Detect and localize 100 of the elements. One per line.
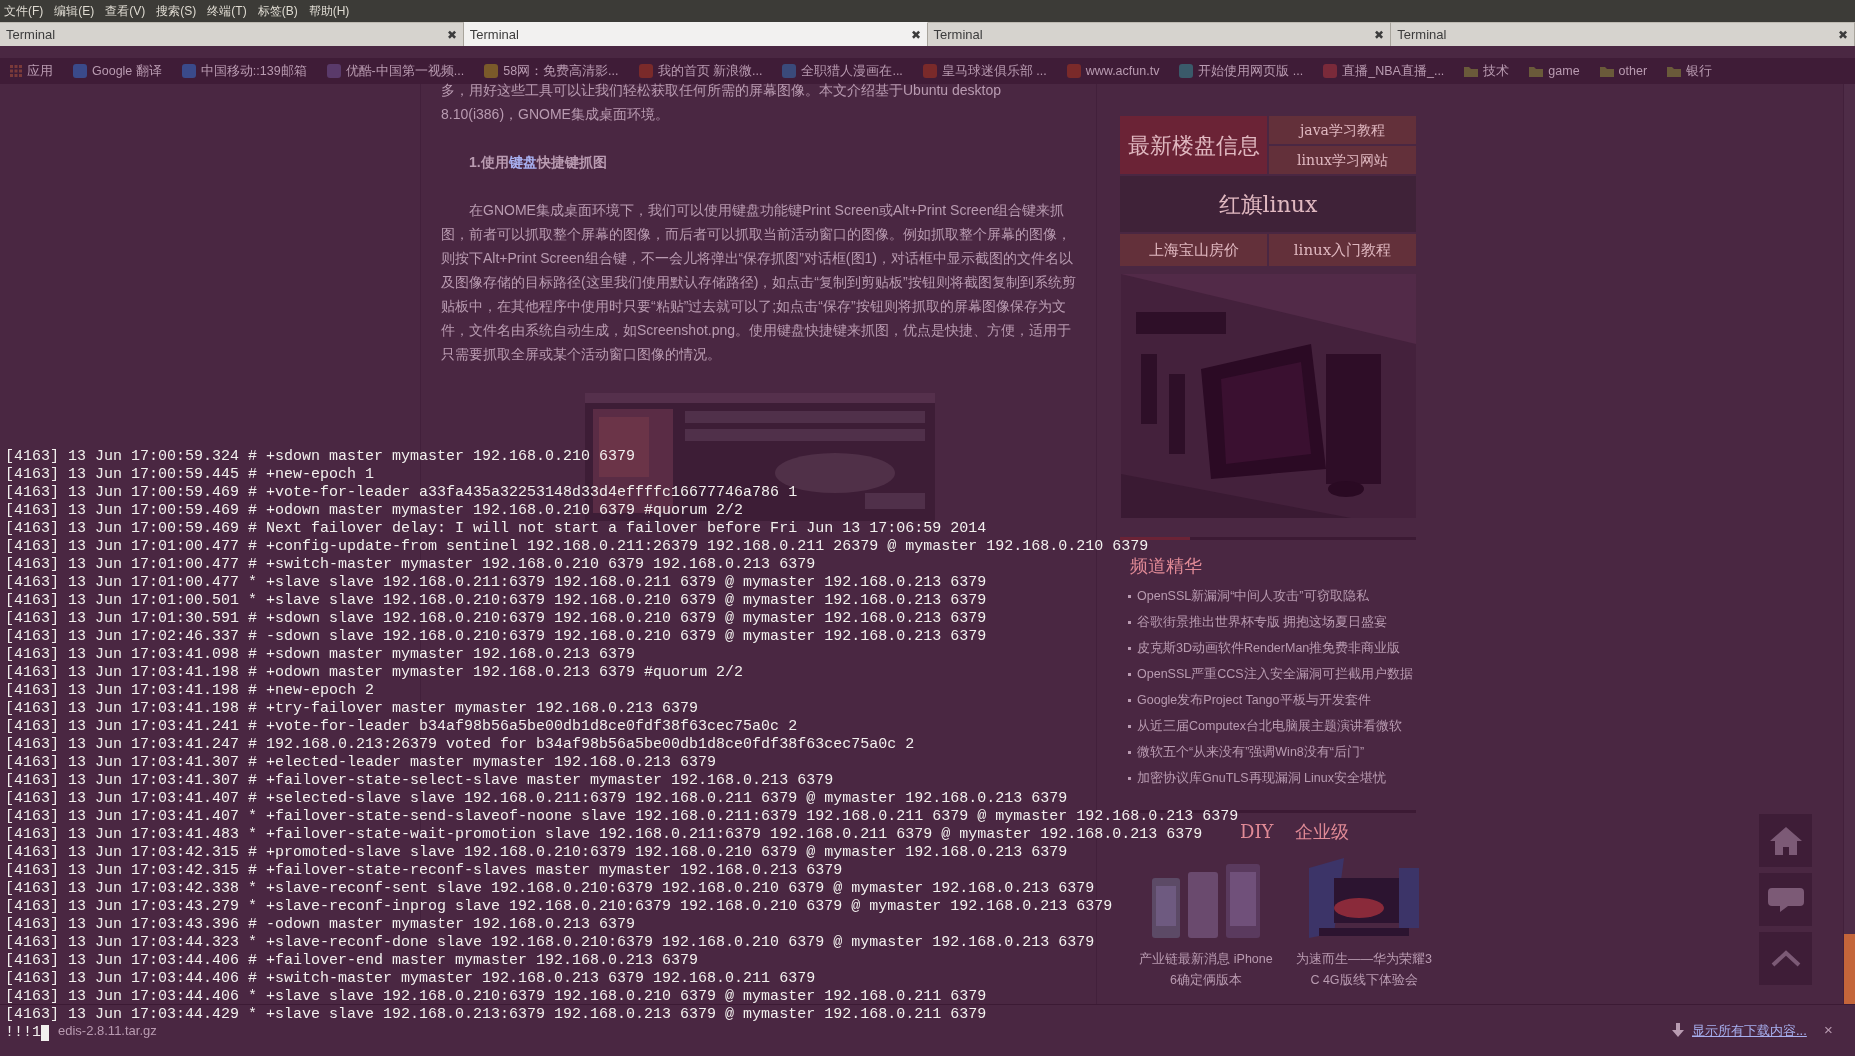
- bookmark-link[interactable]: 技术: [1483, 61, 1510, 81]
- bookmark-link[interactable]: 直播_NBA直播_...: [1342, 61, 1445, 81]
- terminal-line: [4163] 13 Jun 17:03:41.198 # +odown master mymaster 192.168.0.213 6379 #quorum 2/2: [5, 664, 744, 682]
- terminal-tab[interactable]: Terminal ✖: [1391, 22, 1855, 46]
- headline-link[interactable]: OpenSSL新漏洞“中间人攻击”可窃取隐私: [1137, 586, 1369, 606]
- ad-tile[interactable]: linux学习网站: [1269, 146, 1416, 174]
- terminal-tab[interactable]: Terminal ✖: [463, 22, 928, 46]
- terminal-line: [4163] 13 Jun 17:03:42.338 * +slave-reconf-sent slave 192.168.0.210:6379 192.168.0.210 6379 @ mymaster 192.168.0.213 6379: [5, 880, 1095, 898]
- category-tab[interactable]: DIY: [1240, 818, 1274, 845]
- terminal-tab[interactable]: Terminal ✖: [927, 22, 1392, 46]
- bullet-icon: [1128, 594, 1131, 598]
- bullet-icon: [1128, 776, 1131, 780]
- terminal-line: [4163] 13 Jun 17:01:00.501 * +slave slave 192.168.0.210:6379 192.168.0.210 6379 @ mymaster 192.168.0.213 6379: [5, 592, 987, 610]
- close-button[interactable]: ✖: [446, 25, 457, 44]
- terminal-line: [4163] 13 Jun 17:03:43.279 * +slave-reconf-inprog slave 192.168.0.210:6379 192.168.0.210 6379 @ mymaster 192.168.0.213 6379: [5, 898, 1113, 916]
- headline-link[interactable]: Google发布Project Tango平板与开发套件: [1137, 690, 1371, 710]
- show-all-downloads-link[interactable]: 显示所有下载内容...: [1692, 1021, 1807, 1041]
- article-heading: 1.使用键盘快捷键抓图: [468, 153, 608, 172]
- scrollbar[interactable]: [1843, 84, 1855, 1004]
- bookmark-link[interactable]: game: [1548, 61, 1580, 81]
- terminal-line: [4163] 13 Jun 17:03:44.406 * +slave slave 192.168.0.210:6379 192.168.0.210 6379 @ mymaster 192.168.0.211 6379: [5, 988, 987, 1006]
- terminal-line: [4163] 13 Jun 17:03:41.407 * +failover-state-send-slaveof-noone slave 192.168.0.211:6379 192.168.0.211 6379 @ mymaster 192.168.0.213 6379: [5, 808, 1239, 826]
- terminal-line: [4163] 13 Jun 17:03:41.483 * +failover-state-wait-promotion slave 192.168.0.211:6379 192.168.0.211 6379 @ mymaster 192.168.0.213 6379: [5, 826, 1203, 844]
- bullet-icon: [1128, 750, 1131, 754]
- terminal-line: [4163] 13 Jun 17:03:41.307 # +failover-state-select-slave master mymaster 192.168.0.213 6379: [5, 772, 834, 790]
- bookmark-link[interactable]: 中国移动::139邮箱: [200, 61, 307, 81]
- menu-item[interactable]: 查看(V): [105, 2, 146, 20]
- headline-link[interactable]: 谷歌街景推出世界杯专版 拥抱这场夏日盛宴: [1137, 612, 1388, 632]
- bookmark-link[interactable]: 应用: [27, 61, 53, 81]
- terminal-line: [4163] 13 Jun 17:03:42.315 # +promoted-slave slave 192.168.0.210:6379 192.168.0.210 6379 @ mymaster 192.168.0.213 6379: [5, 844, 1068, 862]
- terminal-line: [4163] 13 Jun 17:03:41.247 # 192.168.0.213:26379 voted for b34af98b56a5be00db1d8ce0fdf38f63cec75a0c 2: [5, 736, 915, 754]
- terminal-line: [4163] 13 Jun 17:03:41.307 # +elected-leader master mymaster 192.168.0.213 6379: [5, 754, 717, 772]
- headline-link[interactable]: 从近三届Computex台北电脑展主题演讲看微软: [1137, 716, 1402, 736]
- menu-item[interactable]: 标签(B): [257, 2, 298, 20]
- chat-button[interactable]: [1759, 873, 1812, 926]
- bookmark-link[interactable]: other: [1618, 61, 1648, 81]
- article-paragraph: 在GNOME集成桌面环境下，我们可以使用键盘功能键Print Screen或Alt+Print Screen组合键来抓图，前者可以抓取整个屏幕的图像，而后者可以抓取当前活动窗口的图像。例如抓取整个屏幕的图像，则按下Alt+Print Screen组合键，不一会儿将弹出“保存抓图”对话框(图1)，对话框中显示截图的文件名以及图像存储的目标路径(这里我们使用默认存储路径)，如点击“复制到剪贴板”按钮则将截图复制到系统剪贴板中，在其他程序中使用时只要“粘贴”过去就可以了;如点击“保存”按钮则将抓取的屏幕图像保存为文件，文件名由系统自动生成，如Screenshot.png。使用键盘快捷键来抓图，优点是快捷、方便，适用于只需要抓取全屏或某个活动窗口图像的情况。: [441, 201, 1077, 364]
- article-text: 多，用好这些工具可以让我们轻松获取任何所需的屏幕图像。本文介绍基于Ubuntu desktop 8.10(i386)，GNOME集成桌面环境。: [441, 81, 1003, 124]
- terminal-line: [4163] 13 Jun 17:03:41.098 # +sdown master mymaster 192.168.0.213 6379: [5, 646, 636, 664]
- bullet-icon: [1128, 646, 1131, 650]
- menu-item[interactable]: 文件(F): [4, 2, 44, 20]
- bookmark-link[interactable]: 我的首页 新浪微...: [657, 61, 763, 81]
- speech-bubble-icon: [1767, 887, 1804, 912]
- bookmark-link[interactable]: 优酷-中国第一视频...: [345, 61, 465, 81]
- bullet-icon: [1128, 672, 1131, 676]
- headline-link[interactable]: 加密协议库GnuTLS再现漏洞 Linux安全堪忧: [1137, 768, 1386, 788]
- close-button[interactable]: ✖: [1838, 25, 1848, 44]
- terminal-line: [4163] 13 Jun 17:00:59.469 # +odown master mymaster 192.168.0.210 6379 #quorum 2/2: [5, 502, 744, 520]
- bullet-icon: [1128, 620, 1131, 624]
- ad-tile[interactable]: java学习教程: [1269, 116, 1416, 144]
- terminal-line: [4163] 13 Jun 17:03:44.406 # +switch-master mymaster 192.168.0.213 6379 192.168.0.211 6379: [5, 970, 816, 988]
- bullet-icon: [1128, 724, 1131, 728]
- terminal-line: [4163] 13 Jun 17:00:59.469 # Next failover delay: I will not start a failover before Fri Jun 13 17:06:59 2014: [5, 520, 987, 538]
- terminal-line: [4163] 13 Jun 17:03:44.429 * +slave slave 192.168.0.213:6379 192.168.0.213 6379 @ mymaster 192.168.0.211 6379: [5, 1006, 987, 1024]
- article-link[interactable]: 键盘: [508, 154, 537, 170]
- terminal-line: [4163] 13 Jun 17:01:00.477 * +slave slave 192.168.0.211:6379 192.168.0.211 6379 @ mymaster 192.168.0.213 6379: [5, 574, 987, 592]
- ad-tile[interactable]: 红旗linux: [1120, 176, 1416, 232]
- product-caption[interactable]: 为速而生——华为荣耀3C 4G版线下体验会: [1296, 949, 1432, 991]
- terminal-line: [4163] 13 Jun 17:01:00.477 # +switch-master mymaster 192.168.0.210 6379 192.168.0.213 6379: [5, 556, 816, 574]
- terminal-line: [4163] 13 Jun 17:01:30.591 # +sdown slave 192.168.0.210:6379 192.168.0.210 6379 @ mymaster 192.168.0.213 6379: [5, 610, 987, 628]
- close-button[interactable]: ✖: [1374, 25, 1385, 44]
- ad-tile[interactable]: linux入门教程: [1269, 234, 1416, 266]
- headline-link[interactable]: 微软五个“从来没有”强调Win8没有“后门”: [1137, 742, 1365, 762]
- menu-item[interactable]: 帮助(H): [308, 2, 350, 20]
- close-button[interactable]: ×: [1824, 1019, 1833, 1042]
- terminal-line: [4163] 13 Jun 17:01:00.477 # +config-update-from sentinel 192.168.0.211:26379 192.168.0.211 26379 @ mymaster 192.168.0.210 6379: [5, 538, 1149, 556]
- bookmark-link[interactable]: Google 翻译: [92, 61, 162, 81]
- terminal-line: [4163] 13 Jun 17:03:43.396 # -odown master mymaster 192.168.0.213 6379: [5, 916, 636, 934]
- back-to-top-button[interactable]: [1759, 932, 1812, 985]
- ad-tile[interactable]: 最新楼盘信息: [1120, 116, 1267, 174]
- ad-tile[interactable]: 上海宝山房价: [1120, 234, 1267, 266]
- bookmark-link[interactable]: 全职猎人漫画在...: [801, 61, 903, 81]
- menu-item[interactable]: 编辑(E): [54, 2, 95, 20]
- home-icon: [1769, 826, 1802, 855]
- download-icon: [1672, 1023, 1684, 1037]
- home-button[interactable]: [1759, 814, 1812, 867]
- close-button[interactable]: ✖: [910, 25, 921, 44]
- headline-link[interactable]: 皮克斯3D动画软件RenderMan推免费非商业版: [1137, 638, 1401, 658]
- bookmark-link[interactable]: 开始使用网页版 ...: [1198, 61, 1304, 81]
- terminal-line: [4163] 13 Jun 17:03:41.198 # +new-epoch 2: [5, 682, 375, 700]
- terminal-line: [4163] 13 Jun 17:00:59.324 # +sdown master mymaster 192.168.0.210 6379: [5, 448, 636, 466]
- menu-item[interactable]: 搜索(S): [156, 2, 197, 20]
- download-item[interactable]: edis-2.8.11.tar.gz: [58, 1021, 157, 1041]
- terminal-line: [4163] 13 Jun 17:03:42.315 # +failover-state-reconf-slaves master mymaster 192.168.0.213 6379: [5, 862, 843, 880]
- category-tab[interactable]: 企业级: [1295, 818, 1350, 845]
- bookmark-link[interactable]: 58网：免费高清影...: [503, 61, 619, 81]
- headline-link[interactable]: OpenSSL严重CCS注入安全漏洞可拦截用户数据: [1137, 664, 1413, 684]
- terminal-line: [4163] 13 Jun 17:02:46.337 # -sdown slave 192.168.0.210:6379 192.168.0.210 6379 @ mymaster 192.168.0.213 6379: [5, 628, 987, 646]
- chevron-up-icon: [1770, 950, 1801, 967]
- terminal-line: [4163] 13 Jun 17:03:41.407 # +selected-slave slave 192.168.0.211:6379 192.168.0.211 6379 @ mymaster 192.168.0.213 6379: [5, 790, 1068, 808]
- terminal-tab[interactable]: Terminal ✖: [0, 22, 464, 46]
- menu-item[interactable]: 终端(T): [207, 2, 247, 20]
- bookmark-link[interactable]: 银行: [1686, 61, 1713, 81]
- product-caption[interactable]: 产业链最新消息 iPhone 6确定俩版本: [1138, 949, 1274, 991]
- bookmark-link[interactable]: 皇马球迷俱乐部 ...: [941, 61, 1047, 81]
- bookmark-link[interactable]: www.acfun.tv: [1085, 61, 1160, 81]
- terminal-line: [4163] 13 Jun 17:03:44.406 # +failover-end master mymaster 192.168.0.213 6379: [5, 952, 699, 970]
- terminal-line: [4163] 13 Jun 17:03:41.198 # +try-failover master mymaster 192.168.0.213 6379: [5, 700, 699, 718]
- section-title: 频道精华: [1130, 554, 1202, 578]
- terminal-line: [4163] 13 Jun 17:00:59.469 # +vote-for-leader a33fa435a32253148d33d4effffc16677746a786 1: [5, 484, 798, 502]
